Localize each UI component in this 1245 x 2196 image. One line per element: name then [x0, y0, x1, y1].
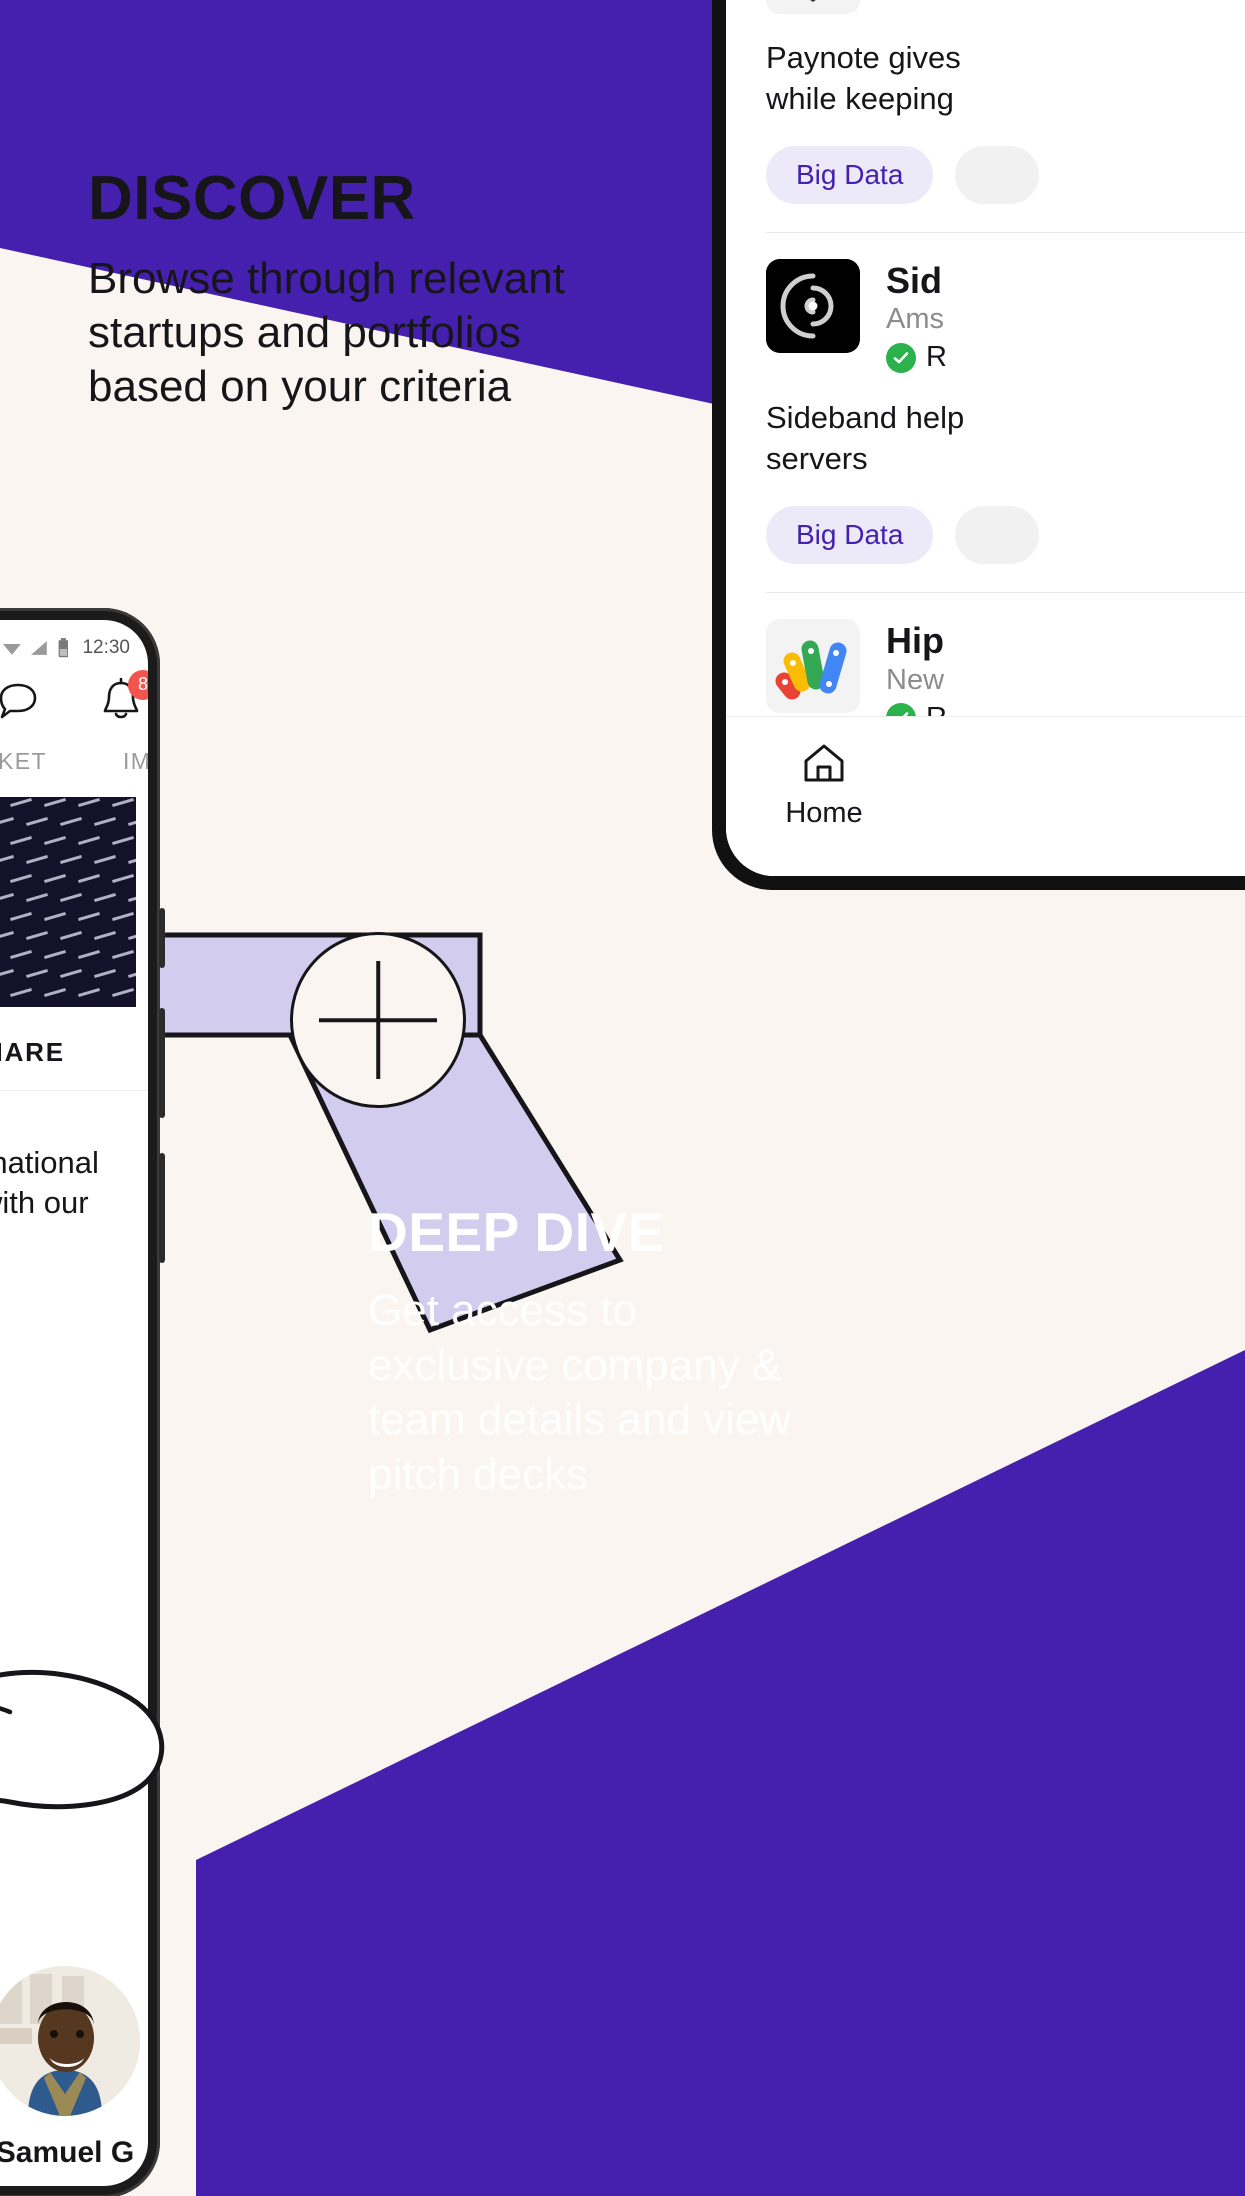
app-top-bar: 8: [0, 666, 148, 730]
left-phone-mockup: 12:30 8 RKET IM: [0, 608, 165, 2196]
paynote-logo-mark: [766, 0, 860, 14]
status-bar: 12:30: [0, 620, 148, 666]
phone-button-mute[interactable]: [159, 908, 165, 968]
startup-name: Hip: [886, 620, 944, 662]
check-circle-icon: [886, 342, 916, 373]
plus-icon[interactable]: [290, 932, 466, 1108]
avatar-photo: [0, 1966, 140, 2116]
verified-badge: R: [886, 341, 947, 374]
startup-card[interactable]: Mun Paynote gives while keeping Big Data: [726, 0, 1245, 232]
avatar: [0, 1966, 140, 2116]
sideband-logo-mark: [766, 258, 860, 353]
wifi-icon: [2, 644, 21, 655]
notification-badge: 8: [128, 669, 148, 700]
discover-block: DISCOVER Browse through relevant startup…: [88, 168, 688, 414]
startup-name: Sid: [886, 259, 943, 301]
discover-body: Browse through relevant startups and por…: [88, 254, 565, 412]
card-meta: Sid Ams R: [886, 259, 947, 375]
bottom-navigation: Home: [726, 716, 1245, 876]
deep-dive-title: DEEP DIVE: [368, 1201, 665, 1263]
team-member[interactable]: Samuel G: [0, 1966, 148, 2170]
paynote-logo: [766, 0, 860, 14]
startup-card[interactable]: Sid Ams R Sideband help servers Big Data: [726, 233, 1245, 592]
hip-logo: [766, 619, 860, 714]
tag-secondary[interactable]: [955, 145, 1039, 204]
verified-label: R: [926, 341, 947, 374]
pointing-hand-illustration: [0, 1669, 165, 1810]
tab-impact[interactable]: IM: [123, 748, 148, 775]
hip-logo-mark: [766, 619, 860, 714]
deep-dive-body: Get access to exclusive company & team d…: [368, 1286, 792, 1499]
card-header: Hip New R: [766, 593, 1245, 735]
tag-secondary[interactable]: [955, 506, 1039, 565]
left-phone-screen: 12:30 8 RKET IM: [0, 620, 148, 2186]
card-header: Mun: [766, 0, 1245, 14]
deep-dive-block: DEEP DIVE Get access to exclusive compan…: [368, 1205, 928, 1502]
tag-big-data[interactable]: Big Data: [766, 506, 934, 565]
startup-location: New: [886, 663, 945, 696]
nav-item-home[interactable]: Home: [726, 741, 922, 830]
promo-screenshot: DISCOVER Browse through relevant startup…: [0, 0, 1245, 2196]
startup-location: Ams: [886, 303, 944, 336]
battery-icon: [58, 638, 68, 658]
section-title: HARE: [0, 1007, 148, 1091]
home-icon: [804, 744, 844, 782]
tab-bar: RKET IM: [0, 730, 148, 789]
tab-market[interactable]: RKET: [0, 748, 47, 775]
phone-button-power[interactable]: [159, 1153, 165, 1263]
nav-label-home: Home: [785, 797, 863, 829]
startup-tags: Big Data: [766, 506, 1245, 592]
right-phone-mockup: Mun Paynote gives while keeping Big Data: [712, 0, 1245, 890]
discover-title: DISCOVER: [88, 164, 416, 233]
hero-image: [0, 797, 136, 1007]
card-header: Sid Ams R: [766, 233, 1245, 375]
chat-bubble-icon[interactable]: [0, 681, 41, 725]
startup-description: Sideband help servers: [766, 400, 965, 477]
tag-big-data[interactable]: Big Data: [766, 145, 934, 204]
phone-button-volume[interactable]: [159, 1008, 165, 1118]
status-time: 12:30: [82, 637, 130, 658]
right-phone-screen: Mun Paynote gives while keeping Big Data: [726, 0, 1245, 876]
sideband-logo: [766, 258, 860, 353]
startup-description: Paynote gives while keeping: [766, 40, 961, 116]
team-member-name: Samuel G: [0, 2136, 135, 2169]
company-description: rnational with our: [0, 1145, 99, 1221]
startup-feed[interactable]: Mun Paynote gives while keeping Big Data: [726, 0, 1245, 876]
signal-icon: [30, 641, 47, 655]
startup-tags: Big Data: [766, 145, 1245, 232]
notifications-bell[interactable]: 8: [99, 669, 148, 729]
